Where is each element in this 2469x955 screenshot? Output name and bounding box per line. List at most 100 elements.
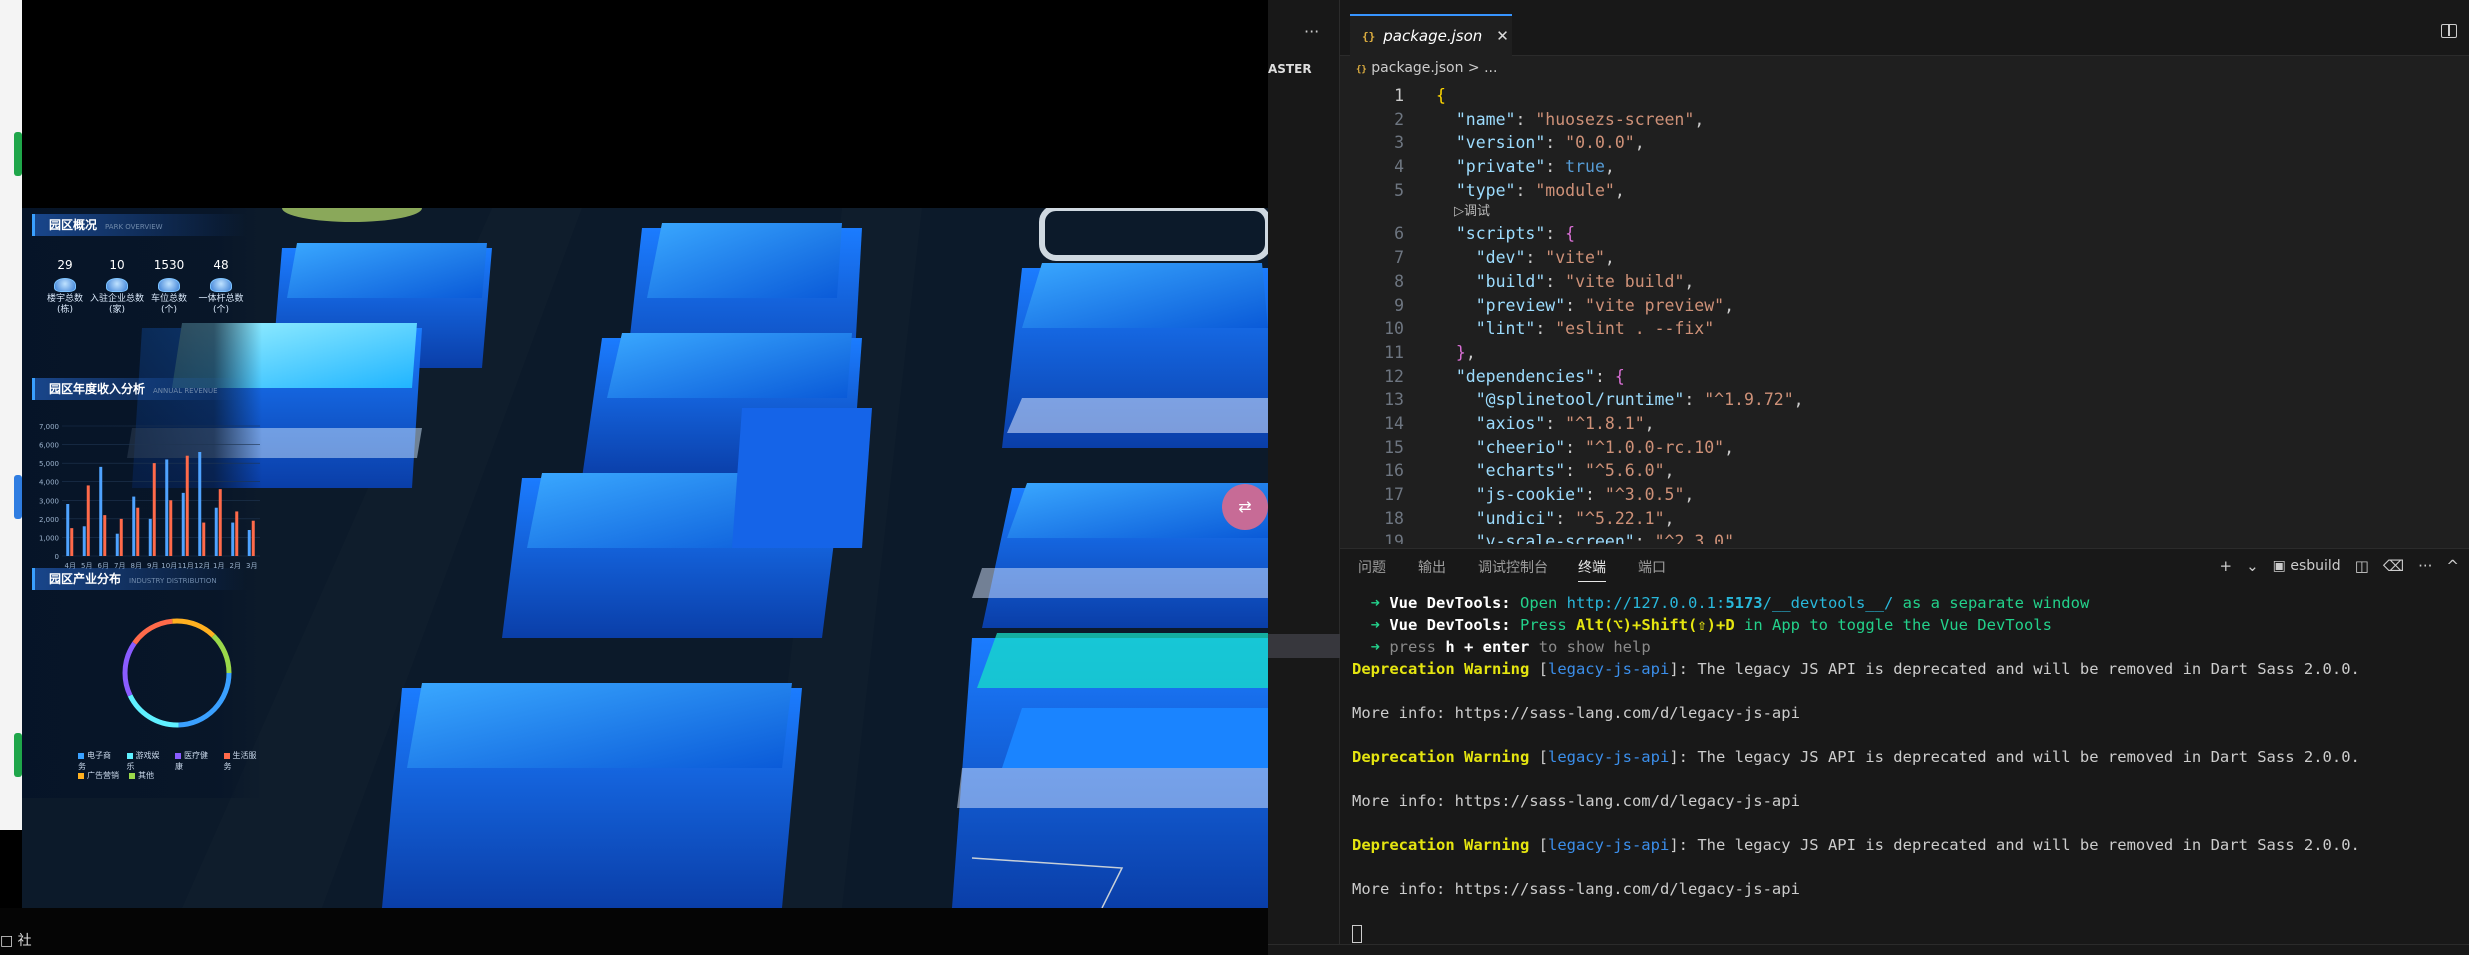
flag-icon — [210, 278, 232, 292]
stat-buildings: 29 楼宇总数 (栋) — [46, 258, 83, 315]
legend-item: 其他 — [129, 770, 154, 781]
more-actions-icon[interactable]: ··· — [1304, 22, 1319, 41]
close-icon[interactable]: ✕ — [1496, 27, 1509, 45]
section-title-overview: 园区概况 PARK OVERVIEW — [32, 214, 247, 236]
browser-edge — [0, 0, 22, 830]
industry-donut-chart — [122, 618, 232, 728]
y-tick-label: 3,000 — [39, 497, 59, 505]
trash-icon[interactable]: ⌫ — [2383, 557, 2404, 575]
bar — [132, 496, 136, 556]
bar — [70, 528, 74, 556]
bar — [218, 489, 222, 556]
bottom-text: □ 社 — [0, 933, 32, 949]
bottom-strip: □ 社 — [0, 908, 1268, 955]
y-tick-label: 4,000 — [39, 479, 59, 487]
dashboard-panel: 园区概况 PARK OVERVIEW 29 楼宇总数 (栋) 10 入驻企业总数 … — [22, 208, 262, 798]
edge-marker — [14, 132, 22, 176]
terminal-line: More info: https://sass-lang.com/d/legac… — [1352, 792, 1800, 810]
bar — [247, 530, 251, 556]
y-tick-label: 1,000 — [39, 534, 59, 542]
edge-marker — [14, 733, 22, 777]
chevron-down-icon[interactable]: ⌄ — [2246, 557, 2259, 575]
stat-companies: 10 入驻企业总数 (家) — [90, 258, 145, 315]
terminal-line: ➜ press h + enter to show help — [1352, 638, 1651, 656]
y-tick-label: 7,000 — [39, 423, 59, 431]
selected-row[interactable] — [1268, 634, 1340, 658]
legend-item: 医疗健康 — [175, 751, 208, 771]
building-icon — [54, 278, 76, 292]
editor-tabs: {} package.json ✕ — [1340, 0, 2469, 56]
y-tick-label: 6,000 — [39, 442, 59, 450]
branch-label: ASTER — [1268, 62, 1312, 76]
stat-poles: 48 一体杆总数 (个) — [198, 258, 244, 315]
code-editor[interactable]: 1{ 2 "name": "huosezs-screen", 3 "versio… — [1340, 84, 2469, 544]
bar — [82, 526, 86, 556]
bar — [181, 492, 185, 556]
lawn — [282, 208, 422, 222]
stat-parking: 1530 车位总数 (个) — [150, 258, 187, 315]
bar — [115, 533, 119, 556]
bar — [231, 522, 235, 556]
bar — [152, 463, 156, 556]
bar — [136, 507, 140, 556]
industry-legend: 广告营销 其他 — [78, 770, 154, 781]
industry-legend: 电子商务 游戏娱乐 医疗健康 生活服务 — [78, 750, 262, 772]
terminal-prompt[interactable] — [1340, 922, 2469, 944]
tab-package-json[interactable]: {} package.json ✕ — [1350, 14, 1512, 56]
terminal-line: More info: https://sass-lang.com/d/legac… — [1352, 880, 1800, 898]
breadcrumb[interactable]: {} package.json > ... — [1356, 60, 1497, 76]
bar — [103, 515, 107, 556]
panel-tab-bar: 问题 输出 调试控制台 终端 端口 + ⌄ ▣ esbuild ◫ ⌫ ··· … — [1340, 548, 2469, 584]
tab-output[interactable]: 输出 — [1418, 557, 1446, 577]
dashboard-preview: 园区概况 PARK OVERVIEW 29 楼宇总数 (栋) 10 入驻企业总数 … — [0, 0, 1268, 955]
terminal-line: ➜ Vue DevTools: Press Alt(⌥)+Shift(⇧)+D … — [1352, 616, 2052, 634]
legend-item: 游戏娱乐 — [126, 751, 160, 771]
terminal-cursor — [1352, 924, 1362, 943]
bar — [214, 507, 218, 556]
split-editor-icon[interactable] — [2441, 24, 2457, 38]
section-title-industry: 园区产业分布 INDUSTRY DISTRIBUTION — [32, 568, 247, 590]
y-tick-label: 5,000 — [39, 460, 59, 468]
x-tick-label: 3月 — [246, 562, 257, 570]
translate-float-button[interactable]: ⇄ — [1222, 484, 1268, 530]
tab-debug-console[interactable]: 调试控制台 — [1478, 557, 1548, 577]
legend-item: 电子商务 — [78, 751, 111, 771]
legend-item: 生活服务 — [223, 751, 257, 771]
edge-marker — [14, 475, 22, 519]
bar — [169, 500, 173, 556]
bar — [235, 511, 239, 556]
parking-icon — [158, 278, 180, 292]
bar — [185, 455, 189, 556]
bar — [165, 459, 169, 556]
add-terminal-icon[interactable]: + — [2220, 557, 2233, 575]
bar — [148, 518, 152, 556]
vscode-window: ··· ASTER {} package.json ✕ {} package.j… — [1268, 0, 2469, 955]
tab-ports[interactable]: 端口 — [1638, 557, 1666, 577]
debug-codelens[interactable]: ▷调试 — [1340, 202, 2469, 222]
tab-problems[interactable]: 问题 — [1358, 557, 1386, 577]
terminal-line: Deprecation Warning [legacy-js-api]: The… — [1352, 836, 2360, 854]
terminal-line: Deprecation Warning [legacy-js-api]: The… — [1352, 660, 2360, 678]
panel-toolbar: + ⌄ ▣ esbuild ◫ ⌫ ··· ^ — [2220, 557, 2459, 575]
bar — [119, 518, 123, 556]
terminal-output[interactable]: ➜ Vue DevTools: Open http://127.0.0.1:51… — [1340, 584, 2469, 944]
y-tick-label: 2,000 — [39, 516, 59, 524]
bar — [66, 504, 70, 556]
y-tick-label: 0 — [55, 553, 59, 561]
bar — [99, 466, 103, 556]
terminal-name[interactable]: ▣ esbuild — [2273, 558, 2341, 574]
legend-item: 广告营销 — [78, 770, 119, 781]
bar — [198, 452, 202, 556]
tab-label: package.json — [1383, 27, 1483, 45]
bar — [202, 522, 206, 556]
terminal-line: Deprecation Warning [legacy-js-api]: The… — [1352, 748, 2360, 766]
tab-terminal[interactable]: 终端 — [1578, 557, 1606, 582]
json-file-icon: {} — [1362, 29, 1376, 43]
revenue-bar-chart: 7,0006,0005,0004,0003,0002,0001,00004月 5月… — [39, 423, 260, 570]
company-icon — [106, 278, 128, 292]
terminal-line: ➜ Vue DevTools: Open http://127.0.0.1:51… — [1352, 594, 2090, 612]
bar — [86, 485, 90, 556]
more-actions-icon[interactable]: ··· — [2418, 557, 2432, 575]
collapse-panel-icon[interactable]: ^ — [2446, 557, 2459, 575]
split-terminal-icon[interactable]: ◫ — [2355, 557, 2369, 575]
